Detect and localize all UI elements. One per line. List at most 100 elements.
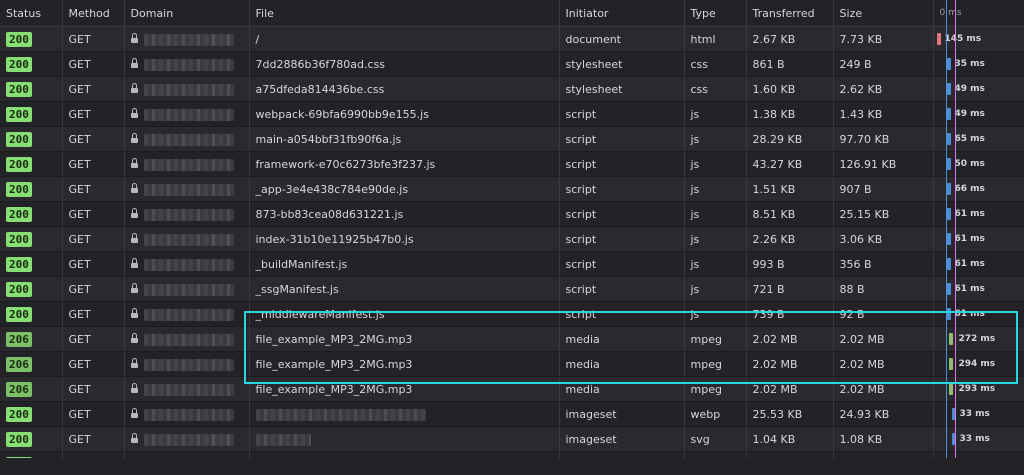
request-row[interactable]: 200 GET _buildManifest.js script js 993 B 356 … [0, 251, 1024, 277]
method-cell: GET [62, 326, 125, 352]
request-row[interactable]: 206 GET file_example_MP3_2MG.mp3 media mpeg 2… [0, 351, 1024, 377]
timing-label: 293 ms [958, 384, 996, 394]
file-cell: file_example_MP3_2MG.mp3 [249, 351, 560, 377]
method-cell: GET [62, 351, 125, 377]
type-cell: mpeg [684, 376, 747, 402]
redacted-domain [143, 283, 234, 296]
request-row[interactable]: 200 GET imageset webp 25.53 KB 24.93 KB 33 ms [0, 401, 1024, 427]
dom-content-loaded-line [946, 0, 947, 460]
status-badge: 206 [6, 356, 32, 372]
lock-icon [130, 82, 138, 93]
column-header-status[interactable]: Status [0, 0, 63, 27]
request-row[interactable]: 200 GET 873-bb83cea08d631221.js script js 8.5… [0, 201, 1024, 227]
method-cell: GET [62, 26, 125, 52]
column-header-size[interactable]: Size [833, 0, 934, 27]
file-cell: 873-bb83cea08d631221.js [249, 201, 560, 227]
status-badge: 200 [6, 431, 32, 447]
status-cell: 200 [0, 126, 63, 152]
status-cell: 200 [0, 226, 63, 252]
timing-label: 49 ms [954, 109, 985, 119]
status-badge: 206 [6, 381, 32, 397]
type-cell: js [684, 176, 747, 202]
column-header-transferred[interactable]: Transferred [746, 0, 834, 27]
initiator-text: script [565, 182, 597, 196]
request-row[interactable]: 200 GET _ssgManifest.js script js 721 B 88 B 61… [0, 276, 1024, 302]
initiator-cell: imageset [559, 426, 685, 452]
method-cell: GET [62, 301, 125, 327]
initiator-text: script [565, 257, 597, 271]
column-header-domain[interactable]: Domain [124, 0, 250, 27]
initiator-text: script [565, 107, 597, 121]
timing-label: 145 ms [944, 34, 982, 44]
method-cell: GET [62, 426, 125, 452]
lock-icon [130, 182, 138, 193]
file-name: main-a054bbf31fb90f6a.js [255, 132, 402, 146]
status-cell: 206 [0, 326, 63, 352]
timing-bar [946, 258, 951, 270]
column-header-type[interactable]: Type [684, 0, 747, 27]
request-row[interactable]: 200 GET main-a054bbf31fb90f6a.js script js 28… [0, 126, 1024, 152]
file-name: _ssgManifest.js [255, 282, 339, 296]
initiator-cell: imageset [559, 401, 685, 427]
status-cell: 200 [0, 401, 63, 427]
initiator-text: media [565, 382, 600, 396]
transferred-cell: 25.53 KB [746, 401, 834, 427]
size-cell: 1.08 KB [833, 426, 934, 452]
request-row[interactable]: 206 GET file_example_MP3_2MG.mp3 media mpeg 2… [0, 326, 1024, 352]
type-cell: html [684, 26, 747, 52]
initiator-cell: script [559, 176, 685, 202]
file-cell: a75dfeda814436be.css [249, 76, 560, 102]
request-row[interactable]: 200 GET _app-3e4e438c784e90de.js script js 1.… [0, 176, 1024, 202]
request-row[interactable]: 200 GET a75dfeda814436be.css stylesheet css 1… [0, 76, 1024, 102]
column-header-method[interactable]: Method [62, 0, 125, 27]
method-cell: GET [62, 226, 125, 252]
network-panel: Status Method Domain File Initiator Type… [0, 0, 1024, 475]
request-row[interactable]: 206 GET file_example_MP3_2MG.mp3 media mpeg 2… [0, 376, 1024, 402]
request-row[interactable]: 200 GET imageset svg 1.04 KB 1.08 KB 33 ms [0, 426, 1024, 452]
column-header-initiator[interactable]: Initiator [559, 0, 685, 27]
method-cell: GET [62, 51, 125, 77]
status-badge: 200 [6, 156, 32, 172]
size-cell: 25.15 KB [833, 201, 934, 227]
size-cell: 2.02 MB [833, 351, 934, 377]
file-cell: / [249, 26, 560, 52]
timing-bar [946, 158, 951, 170]
file-cell [249, 426, 560, 452]
request-row[interactable]: 200 GET 7dd2886b36f780ad.css stylesheet css 8… [0, 51, 1024, 77]
file-name: index-31b10e11925b47b0.js [255, 232, 414, 246]
initiator-cell: script [559, 301, 685, 327]
file-cell [249, 401, 560, 427]
type-cell: js [684, 301, 747, 327]
initiator-cell: document [559, 26, 685, 52]
lock-icon [130, 57, 138, 68]
status-badge: 200 [6, 306, 32, 322]
transferred-cell: 721 B [746, 276, 834, 302]
status-badge: 200 [6, 281, 32, 297]
redacted-domain [143, 408, 234, 421]
transferred-cell: 861 B [746, 51, 834, 77]
lock-icon [130, 132, 138, 143]
timing-label: 61 ms [954, 284, 985, 294]
request-row[interactable]: 200 GET _middlewareManifest.js script js 739 … [0, 301, 1024, 327]
request-row[interactable]: 200 GET index-31b10e11925b47b0.js script js 2… [0, 226, 1024, 252]
redacted-domain [143, 433, 234, 446]
file-cell: _ssgManifest.js [249, 276, 560, 302]
request-row[interactable]: 200 GET framework-e70c6273bfe3f237.js scrip… [0, 151, 1024, 177]
status-bar [0, 458, 1024, 475]
column-header-file[interactable]: File [249, 0, 560, 27]
transferred-cell: 2.67 KB [746, 26, 834, 52]
status-badge: 200 [6, 56, 32, 72]
initiator-cell: script [559, 251, 685, 277]
method-cell: GET [62, 101, 125, 127]
file-name: file_example_MP3_2MG.mp3 [255, 357, 413, 371]
transferred-cell: 43.27 KB [746, 151, 834, 177]
request-row[interactable]: 200 GET / document html 2.67 KB 7.73 KB 145 ms [0, 26, 1024, 52]
redacted-domain [143, 358, 234, 371]
type-cell: webp [684, 401, 747, 427]
transferred-cell: 1.51 KB [746, 176, 834, 202]
initiator-text: imageset [565, 432, 617, 446]
domain-cell [124, 376, 250, 402]
method-cell: GET [62, 276, 125, 302]
request-row[interactable]: 200 GET webpack-69bfa6990bb9e155.js script j… [0, 101, 1024, 127]
transferred-cell: 8.51 KB [746, 201, 834, 227]
